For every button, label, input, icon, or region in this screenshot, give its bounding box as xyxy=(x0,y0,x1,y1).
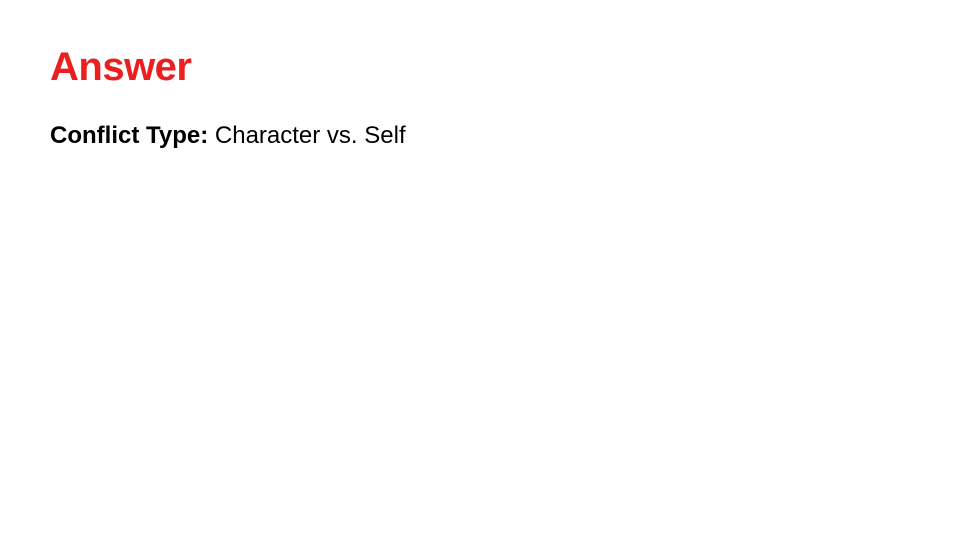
answer-line: Conflict Type: Character vs. Self xyxy=(50,120,910,151)
slide-title: Answer xyxy=(50,45,910,90)
conflict-type-value: Character vs. Self xyxy=(215,122,406,149)
conflict-type-label: Conflict Type: xyxy=(50,122,215,149)
